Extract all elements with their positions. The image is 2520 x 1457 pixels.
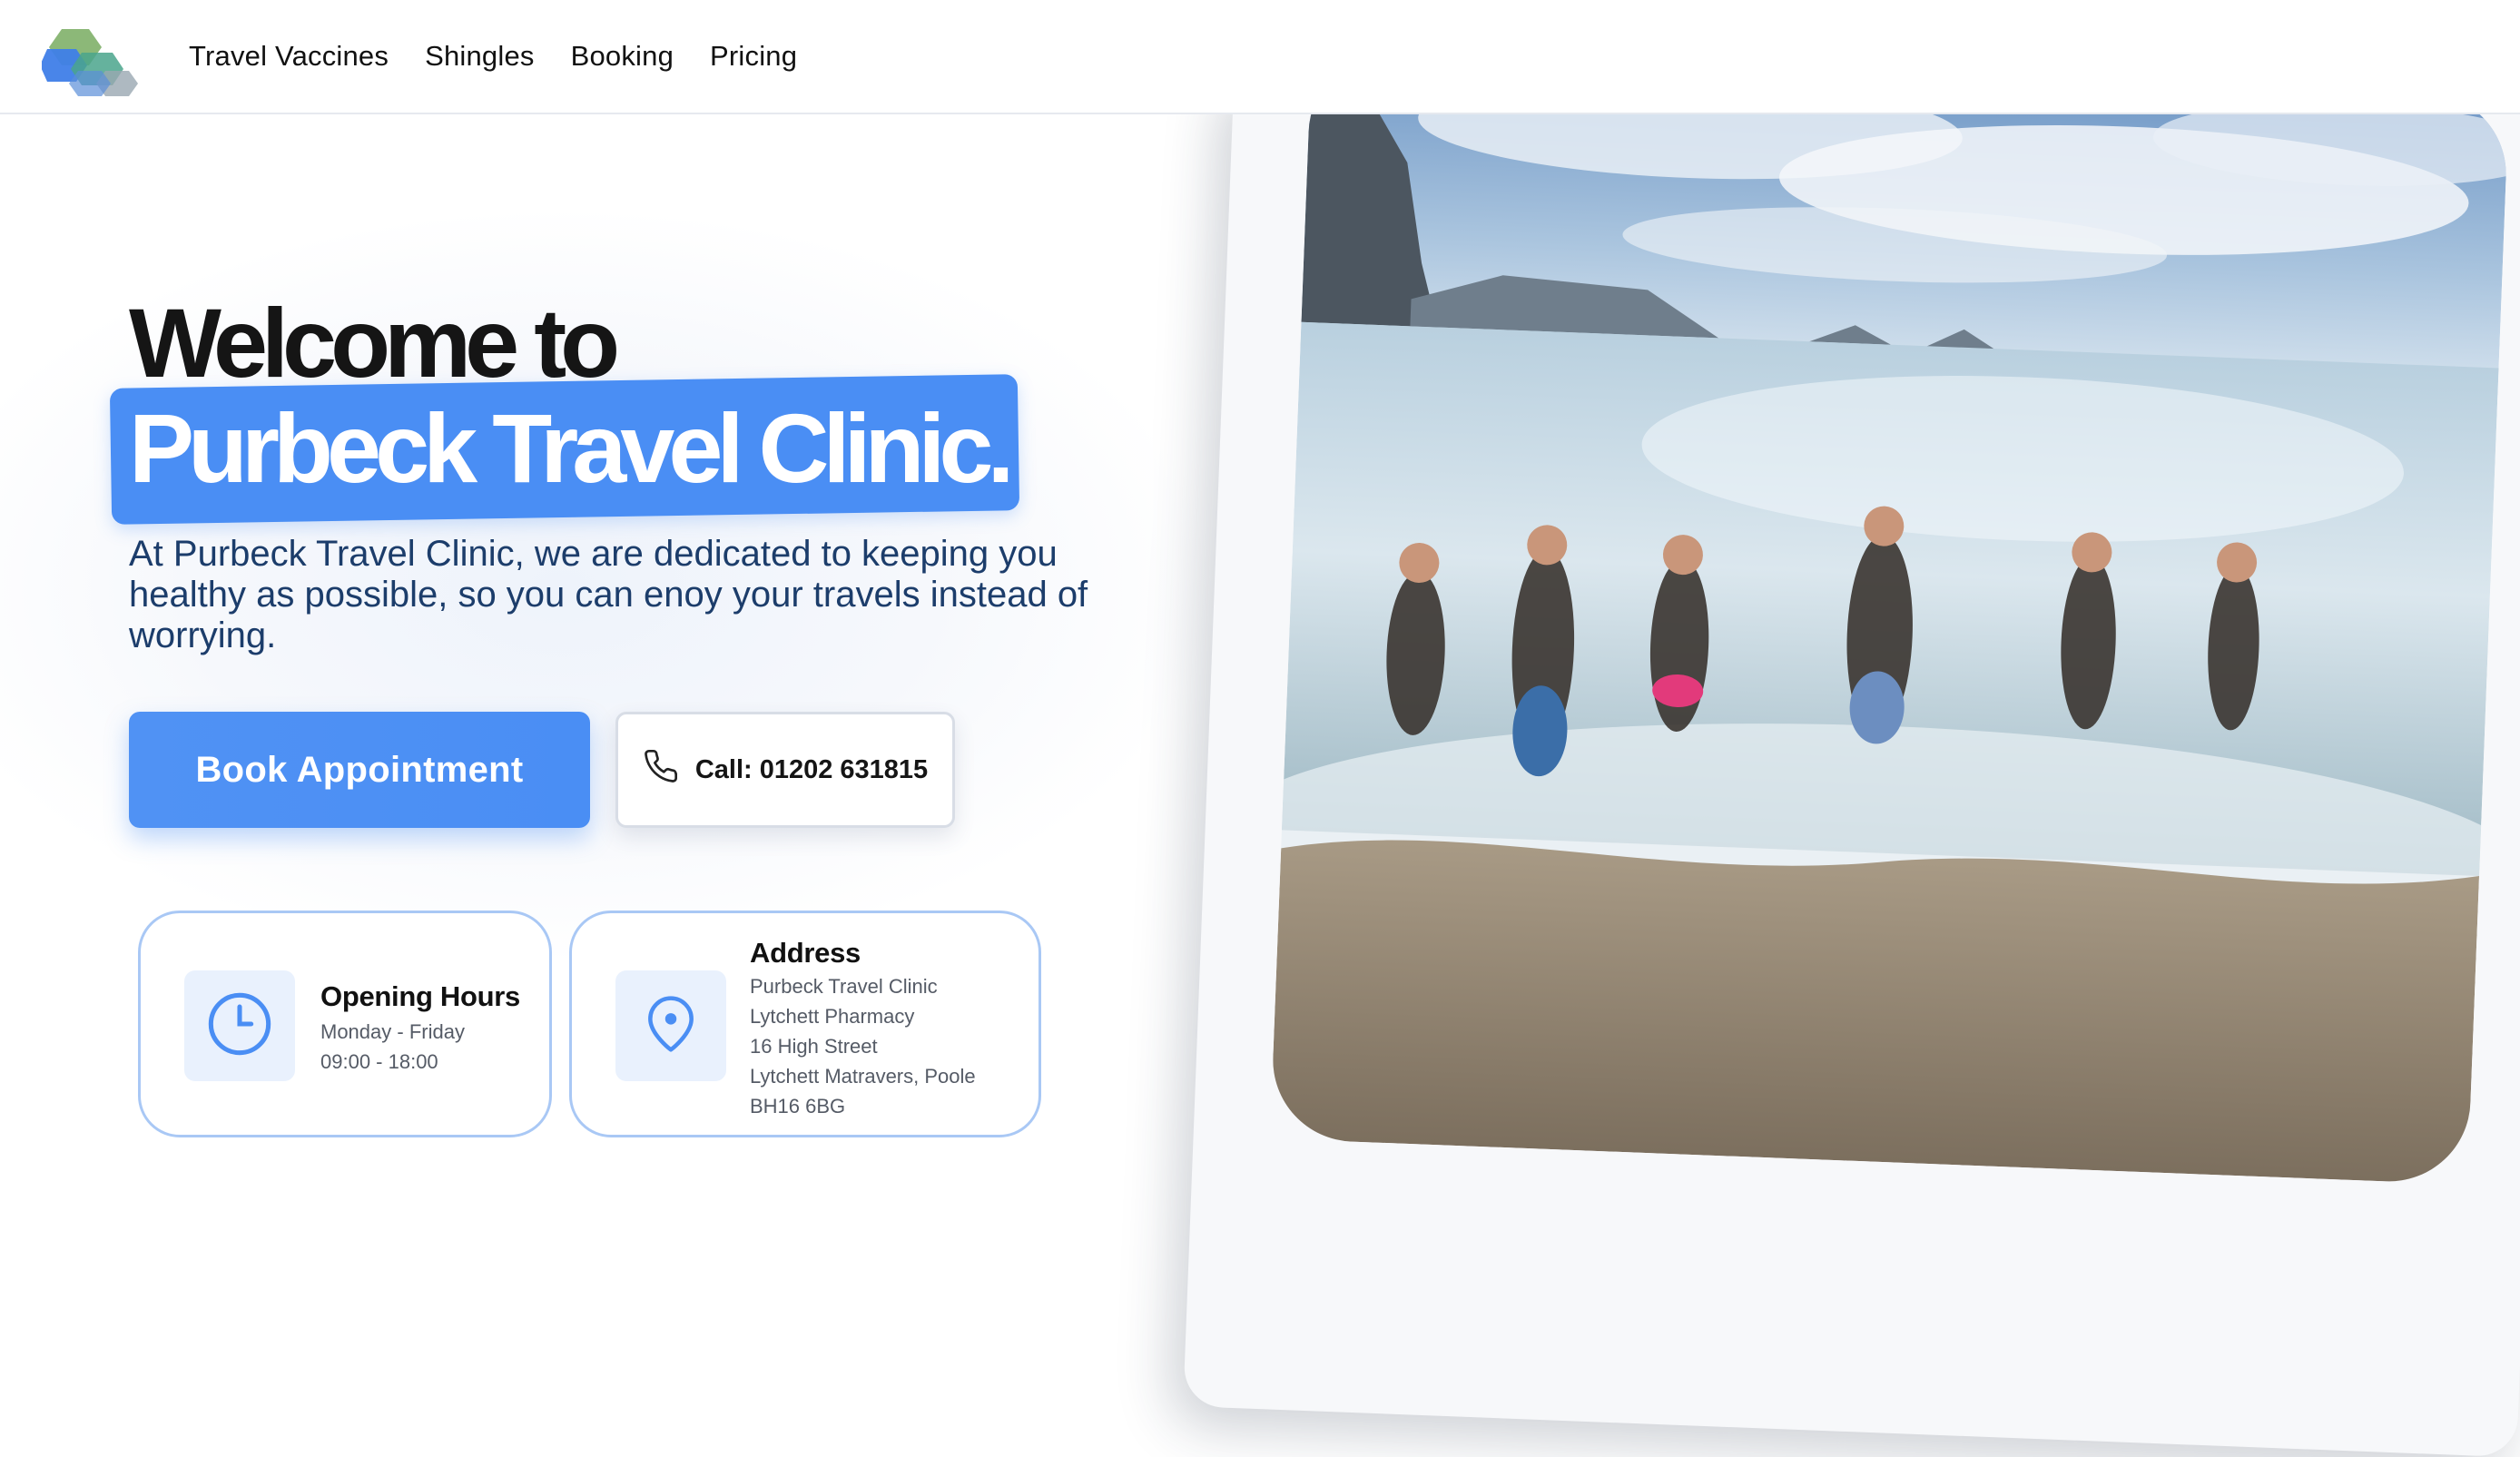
nav-travel-vaccines[interactable]: Travel Vaccines bbox=[189, 40, 389, 73]
address-line-1: Purbeck Travel Clinic bbox=[750, 975, 938, 998]
opening-times: 09:00 - 18:00 bbox=[320, 1050, 438, 1073]
opening-hours-title: Opening Hours bbox=[320, 980, 520, 1012]
map-pin-icon bbox=[640, 993, 702, 1059]
address-line-4: Lytchett Matravers, Poole bbox=[750, 1065, 976, 1088]
phone-icon bbox=[643, 748, 679, 792]
address-line-3: 16 High Street bbox=[750, 1035, 878, 1058]
beach-photo bbox=[1269, 50, 2510, 1185]
address-card: Address Purbeck Travel Clinic Lytchett P… bbox=[569, 911, 1041, 1137]
call-button[interactable]: Call: 01202 631815 bbox=[615, 712, 955, 828]
call-label: Call: 01202 631815 bbox=[694, 754, 929, 784]
nav-pricing[interactable]: Pricing bbox=[710, 40, 797, 73]
site-header: Travel Vaccines Shingles Booking Pricing bbox=[0, 0, 2520, 114]
opening-days: Monday - Friday bbox=[320, 1020, 465, 1043]
intro-text: At Purbeck Travel Clinic, we are dedicat… bbox=[129, 534, 1088, 655]
clock-icon bbox=[205, 989, 274, 1063]
clinic-name-heading: Purbeck Travel Clinic. bbox=[129, 393, 1015, 503]
address-title: Address bbox=[750, 937, 861, 969]
book-appointment-button[interactable]: Book Appointment bbox=[129, 712, 590, 828]
clock-icon-box bbox=[184, 970, 295, 1081]
address-line-2: Lytchett Pharmacy bbox=[750, 1005, 915, 1028]
main-nav: Travel Vaccines Shingles Booking Pricing bbox=[189, 0, 797, 113]
map-pin-icon-box bbox=[615, 970, 726, 1081]
address-postcode: BH16 6BG bbox=[750, 1095, 846, 1117]
opening-hours-card: Opening Hours Monday - Friday 09:00 - 18… bbox=[138, 911, 552, 1137]
nav-shingles[interactable]: Shingles bbox=[425, 40, 535, 73]
nav-booking[interactable]: Booking bbox=[571, 40, 674, 73]
clinic-logo[interactable] bbox=[40, 25, 149, 98]
